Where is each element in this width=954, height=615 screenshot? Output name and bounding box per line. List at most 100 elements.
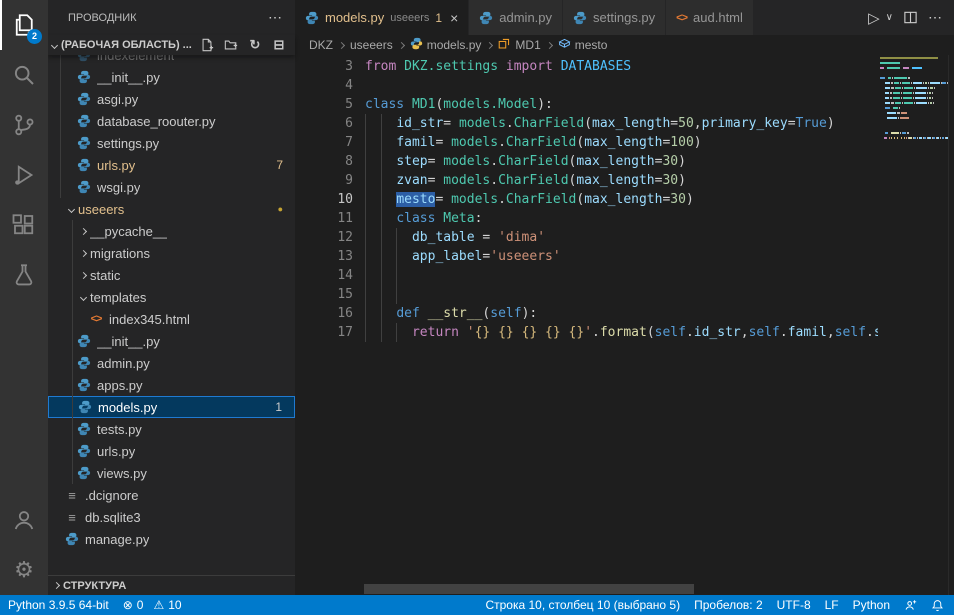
line-number: 17 — [295, 323, 353, 342]
breadcrumb-label: mesto — [575, 38, 608, 52]
status-right: Строка 10, столбец 10 (выбрано 5) Пробело… — [485, 598, 954, 612]
line-number-gutter: 34567891011121314151617 — [295, 57, 353, 342]
new-folder-icon[interactable] — [223, 37, 239, 53]
tree-item-migrations[interactable]: migrations — [48, 242, 295, 264]
file-tree: indexelement__init__.pyasgi.pydatabase_r… — [48, 55, 295, 561]
breadcrumb-item-md1[interactable]: MD1 — [498, 37, 540, 53]
settings-gear-icon[interactable]: ⚙ — [0, 545, 48, 595]
workspace-section-header[interactable]: (РАБОЧАЯ ОБЛАСТЬ) ... ↻ ⊟ — [48, 35, 295, 55]
warning-count: 10 — [168, 598, 181, 612]
html-file-icon: <> — [676, 12, 687, 24]
tree-item-templates[interactable]: templates — [48, 286, 295, 308]
refresh-icon[interactable]: ↻ — [247, 37, 263, 53]
explorer-sidebar: ПРОВОДНИК ⋯ (РАБОЧАЯ ОБЛАСТЬ) ... ↻ ⊟ — [48, 0, 295, 595]
breadcrumb-label: MD1 — [515, 38, 540, 52]
tab-admin-py[interactable]: admin.py — [469, 0, 563, 35]
tree-item-manage-py[interactable]: manage.py — [48, 528, 295, 550]
search-icon[interactable] — [0, 50, 48, 100]
outline-chevron-icon — [53, 582, 60, 589]
status-cursor-position[interactable]: Строка 10, столбец 10 (выбрано 5) — [485, 598, 680, 612]
code-line: from DKZ.settings import DATABASES — [365, 57, 878, 76]
line-number: 7 — [295, 133, 353, 152]
collapse-all-icon[interactable]: ⊟ — [271, 37, 287, 53]
line-number: 16 — [295, 304, 353, 323]
vscode-window: 2 — [0, 0, 954, 615]
extensions-icon[interactable] — [0, 200, 48, 250]
status-language-mode[interactable]: Python — [853, 598, 890, 612]
python-file-icon — [76, 444, 92, 458]
indent-guide — [60, 55, 61, 198]
tree-item-settings-py[interactable]: settings.py — [48, 132, 295, 154]
source-control-icon[interactable] — [0, 100, 48, 150]
status-indentation[interactable]: Пробелов: 2 — [694, 598, 763, 612]
breadcrumb-item-dkz[interactable]: DKZ — [309, 38, 333, 52]
breadcrumb-item-useeers[interactable]: useeers — [350, 38, 393, 52]
tree-item-dcignore[interactable]: ≡.dcignore — [48, 484, 295, 506]
sidebar-more-actions-icon[interactable]: ⋯ — [268, 9, 283, 26]
run-python-file-icon[interactable]: ▷ — [868, 9, 880, 27]
selected-text: mesto — [396, 192, 435, 207]
tree-item-pycache[interactable]: __pycache__ — [48, 220, 295, 242]
tree-item-label: __init__.py — [97, 334, 160, 349]
code-line: class MD1(models.Model): — [365, 95, 878, 114]
breadcrumb: DKZ useeers models.py MD1 mesto — [295, 35, 954, 55]
feedback-icon[interactable] — [904, 599, 917, 612]
error-count: 0 — [137, 598, 144, 612]
explorer-icon[interactable]: 2 — [0, 0, 48, 50]
close-icon[interactable]: × — [450, 10, 458, 26]
tree-item-static[interactable]: static — [48, 264, 295, 286]
tab-label: models.py — [325, 10, 384, 25]
tree-item-init-py[interactable]: __init__.py — [48, 330, 295, 352]
tree-item-database-roouter-py[interactable]: database_roouter.py — [48, 110, 295, 132]
tree-item-models-py[interactable]: models.py1 — [48, 396, 295, 418]
tab-aud-html[interactable]: <>aud.html — [666, 0, 754, 35]
new-file-icon[interactable] — [199, 37, 215, 53]
problems-badge: 7 — [276, 158, 283, 172]
breadcrumb-item-models-py[interactable]: models.py — [410, 37, 482, 53]
code-line — [365, 266, 878, 285]
tree-item-useeers[interactable]: useeers● — [48, 198, 295, 220]
horizontal-scrollbar[interactable] — [364, 584, 694, 594]
python-file-icon — [410, 37, 423, 53]
tree-item-indexelement[interactable]: indexelement — [48, 55, 295, 66]
tree-item-label: urls.py — [97, 444, 135, 459]
class-symbol-icon — [498, 37, 511, 53]
tree-item-label: db.sqlite3 — [85, 510, 141, 525]
more-actions-icon[interactable]: ⋯ — [928, 9, 942, 26]
run-and-debug-icon[interactable] — [0, 150, 48, 200]
sidebar-title: ПРОВОДНИК — [68, 12, 137, 24]
code-line: id_str= models.CharField(max_length=50,p… — [365, 114, 878, 133]
tree-item-urls-py[interactable]: urls.py7 — [48, 154, 295, 176]
tree-item-label: views.py — [97, 466, 147, 481]
tree-item-db-sqlite3[interactable]: ≡db.sqlite3 — [48, 506, 295, 528]
tree-item-views-py[interactable]: views.py — [48, 462, 295, 484]
folder-chevron-icon — [76, 273, 90, 278]
status-python-interpreter[interactable]: Python 3.9.5 64-bit — [8, 598, 109, 612]
account-icon[interactable] — [0, 495, 48, 545]
outline-section-header[interactable]: СТРУКТУРА — [48, 575, 295, 595]
tree-item-tests-py[interactable]: tests.py — [48, 418, 295, 440]
tree-item-asgi-py[interactable]: asgi.py — [48, 88, 295, 110]
tree-item-label: .dcignore — [85, 488, 138, 503]
tree-item-urls-py[interactable]: urls.py — [48, 440, 295, 462]
testing-icon[interactable] — [0, 250, 48, 300]
code-editor[interactable]: 34567891011121314151617 from DKZ.setting… — [295, 55, 954, 595]
minimap[interactable] — [878, 57, 948, 593]
status-eol[interactable]: LF — [825, 598, 839, 612]
status-problems[interactable]: ⊗0⚠10 — [123, 598, 182, 612]
notifications-bell-icon[interactable] — [931, 599, 944, 612]
field-symbol-icon — [558, 37, 571, 53]
tab-settings-py[interactable]: settings.py — [563, 0, 666, 35]
tree-item-apps-py[interactable]: apps.py — [48, 374, 295, 396]
tab-models-py[interactable]: models.pyuseeers1× — [295, 0, 469, 35]
status-encoding[interactable]: UTF-8 — [777, 598, 811, 612]
split-editor-icon[interactable] — [903, 10, 918, 25]
breadcrumb-item-mesto[interactable]: mesto — [558, 37, 608, 53]
tree-item-init-py[interactable]: __init__.py — [48, 66, 295, 88]
tree-item-index345-html[interactable]: <>index345.html — [48, 308, 295, 330]
line-number: 5 — [295, 95, 353, 114]
code-lines: from DKZ.settings import DATABASES class … — [365, 57, 878, 342]
tree-item-admin-py[interactable]: admin.py — [48, 352, 295, 374]
run-dropdown-chevron-icon[interactable]: ∨ — [886, 12, 893, 23]
tree-item-wsgi-py[interactable]: wsgi.py — [48, 176, 295, 198]
